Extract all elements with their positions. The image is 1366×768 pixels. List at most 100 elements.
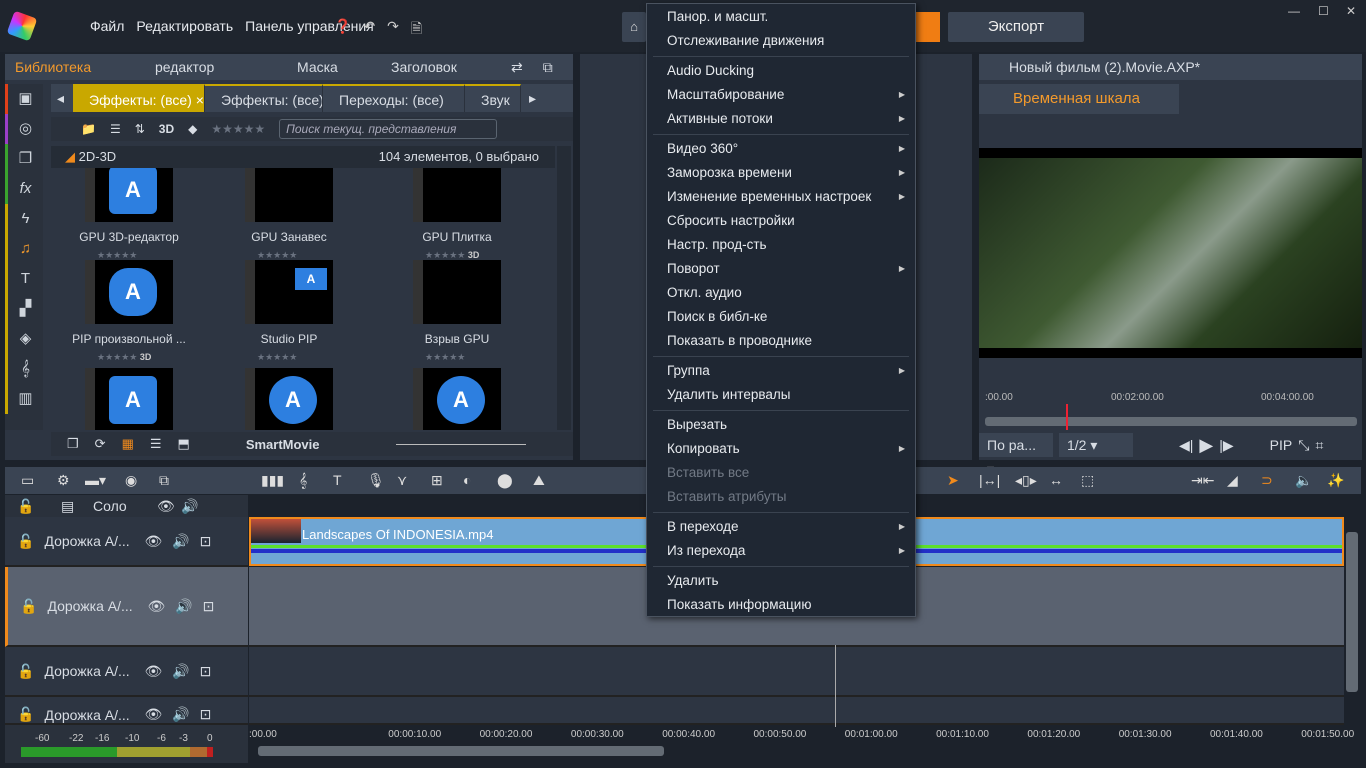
effect-item[interactable]: Взрыв GPU ★★★★★	[397, 260, 517, 363]
lock-all-icon[interactable]: 🔓	[17, 498, 34, 515]
context-menu-item[interactable]: Заморозка времени ▶	[647, 162, 915, 186]
context-menu-item[interactable]: Вырезать	[647, 414, 915, 438]
speaker-icon[interactable]: 🔊	[181, 498, 198, 515]
slip-icon[interactable]: ◂▯▸	[1015, 472, 1037, 489]
magic-wand-icon[interactable]: ✨	[1327, 472, 1344, 489]
menu-icon[interactable]: ☰	[150, 436, 162, 452]
context-menu-item[interactable]: Отслеживание движения	[647, 30, 915, 54]
content-tab-active[interactable]: Эффекты: (все) ×	[73, 84, 205, 112]
split-icon[interactable]: ⇥⇤	[1191, 472, 1214, 489]
sort-icon[interactable]: ⇅	[135, 122, 145, 136]
resolution-dropdown[interactable]: 1/2 ▾	[1059, 433, 1133, 457]
track-height-icon[interactable]: ▬▾	[85, 472, 106, 489]
effects-icon[interactable]: fx	[5, 174, 43, 204]
grid-view-icon[interactable]: ▦	[122, 436, 134, 452]
stretch-icon[interactable]: ⬚	[1081, 472, 1094, 489]
pip-button[interactable]: PIP	[1270, 437, 1293, 453]
content-tab[interactable]: Переходы: (все)	[323, 84, 465, 112]
minimize-icon[interactable]: —	[1288, 4, 1300, 18]
import-icon[interactable]: ⬒	[178, 436, 190, 452]
audio-mixer-icon[interactable]: ▮▮▮	[261, 472, 284, 489]
project-bin-icon[interactable]: ▣	[5, 84, 43, 114]
tag-icon[interactable]: ◆	[188, 122, 197, 136]
solo-button[interactable]: Соло	[93, 498, 127, 514]
play-icon[interactable]: ▶	[1199, 435, 1213, 456]
tab-mask[interactable]: Маска	[273, 59, 381, 75]
tab-library[interactable]: Библиотека	[5, 59, 145, 75]
home-button[interactable]: ⌂	[622, 12, 646, 42]
list-view-icon[interactable]: ☰	[110, 122, 121, 136]
tab-editor[interactable]: редактор	[145, 59, 273, 75]
track-header[interactable]: 🔓 Дорожка А/... 👁 🔊 ⊡	[5, 697, 248, 725]
timeline-vscroll[interactable]	[1346, 532, 1358, 692]
tab-title[interactable]: Заголовок	[381, 59, 501, 75]
title-icon[interactable]: T	[5, 264, 43, 294]
collections-icon[interactable]: ❐	[5, 144, 43, 174]
settings-icon[interactable]: ⚙	[57, 472, 70, 489]
library-scrollbar[interactable]	[557, 146, 571, 430]
effect-item[interactable]: A PIP произвольной ... ★★★★★ 3D	[69, 260, 189, 363]
disc-icon[interactable]: ◉	[125, 472, 137, 489]
context-menu-item[interactable]: Панор. и масшт.	[647, 6, 915, 30]
swap-icon[interactable]: ⇄	[501, 59, 533, 76]
effect-item[interactable]: A	[69, 368, 189, 430]
smartmovie-button[interactable]: SmartMovie	[246, 437, 320, 452]
context-menu-item[interactable]: Удалить	[647, 570, 915, 594]
timeline-ruler[interactable]: :00.00 00:00:10.00 00:00:20.00 00:00:30.00 0…	[249, 725, 1354, 743]
context-menu-item[interactable]: Из перехода ▶	[647, 540, 915, 564]
player-scrubber[interactable]	[985, 417, 1357, 426]
menu-file[interactable]: Файл	[90, 18, 124, 34]
3d-filter[interactable]: 3D	[159, 122, 174, 136]
context-menu-item[interactable]: Активные потоки ▶	[647, 108, 915, 132]
track-header[interactable]: 🔓 Дорожка А/... 👁 🔊 ⊡	[5, 517, 248, 567]
popout-icon[interactable]: ⧉	[533, 59, 563, 76]
effect-item[interactable]: A Studio PIP ★★★★★	[229, 260, 349, 363]
content-tab[interactable]: Эффекты: (все)	[205, 84, 323, 112]
slide-icon[interactable]: ↔	[1049, 472, 1063, 488]
context-menu-item[interactable]: Копировать ▶	[647, 438, 915, 462]
blend-icon[interactable]: ⬤	[497, 472, 513, 489]
crop-icon[interactable]: ⌗	[1315, 437, 1323, 454]
context-menu-item[interactable]: Показать информацию	[647, 594, 915, 618]
overlay-icon[interactable]: ▞	[5, 294, 43, 324]
track-lane[interactable]	[249, 697, 1344, 725]
folder-icon[interactable]: 📁	[81, 122, 96, 136]
audio-scrub-icon[interactable]: 🔈	[1295, 472, 1312, 489]
context-menu-item[interactable]: Показать в проводнике	[647, 330, 915, 354]
effect-item[interactable]: A GPU 3D-редактор ★★★★★	[69, 168, 189, 261]
track-lane[interactable]	[249, 647, 1344, 697]
tab-timeline[interactable]: Временная шкала	[979, 84, 1179, 114]
duplicate-icon[interactable]: ❐	[67, 436, 79, 452]
redo-icon[interactable]: ↷	[387, 18, 399, 42]
export-button[interactable]: Экспорт	[948, 12, 1084, 42]
context-menu-item[interactable]: Настр. прод-сть	[647, 234, 915, 258]
effect-item[interactable]: A	[397, 368, 517, 430]
transition-icon[interactable]: ⋎	[397, 472, 407, 489]
context-menu-item[interactable]: Откл. аудио	[647, 282, 915, 306]
track-header-selected[interactable]: 🔓 Дорожка А/... 👁 🔊 ⊡	[5, 567, 248, 647]
piano-icon[interactable]: ▥	[5, 384, 43, 414]
export-frame-icon[interactable]: ⧉	[159, 472, 169, 489]
eye-icon[interactable]: 👁	[157, 498, 175, 515]
music-icon[interactable]: ♫	[5, 234, 43, 264]
ripple-icon[interactable]: ◢	[1227, 472, 1238, 489]
player-playhead[interactable]	[1066, 404, 1069, 430]
color-icon[interactable]: ◐	[463, 472, 471, 488]
undo-icon[interactable]: ↶	[363, 18, 375, 42]
search-input[interactable]: Поиск текущ. представления	[279, 119, 498, 139]
image-icon[interactable]: ⛰	[533, 472, 545, 489]
pointer-icon[interactable]: ➤	[947, 472, 959, 489]
help-icon[interactable]: ❓	[334, 18, 351, 42]
context-menu-item[interactable]: Audio Ducking	[647, 60, 915, 84]
fit-dropdown[interactable]: По ра... ▾	[979, 433, 1053, 477]
resize-icon[interactable]: ⤡	[1298, 437, 1309, 454]
zoom-slider[interactable]	[395, 443, 526, 445]
microphone-icon[interactable]: 🎙	[367, 472, 385, 489]
tabs-scroll-left[interactable]: ◂	[51, 84, 73, 112]
score-icon[interactable]: 𝄞	[5, 354, 43, 384]
step-back-icon[interactable]: ◀|	[1179, 437, 1193, 454]
rating-filter[interactable]: ★★★★★	[211, 122, 265, 136]
track-settings-icon[interactable]: ▭	[21, 472, 34, 489]
score-icon[interactable]: 𝄞	[299, 472, 307, 489]
transitions-icon[interactable]: ϟ	[5, 204, 43, 234]
